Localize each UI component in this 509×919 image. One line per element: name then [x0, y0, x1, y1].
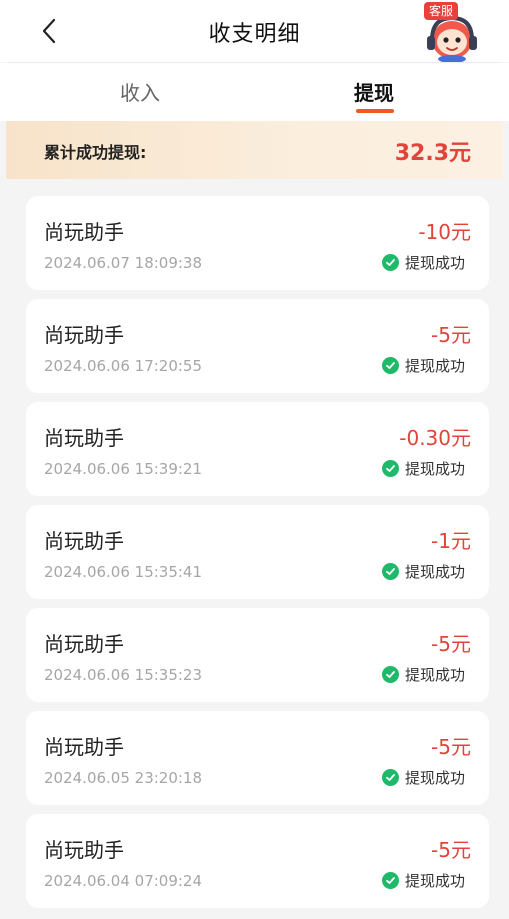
record-title: 尚玩助手	[44, 632, 124, 656]
record-amount: -5元	[431, 838, 471, 862]
record-title: 尚玩助手	[44, 323, 124, 347]
tab-income[interactable]: 收入	[120, 77, 160, 106]
record-amount: -5元	[431, 323, 471, 347]
record-time: 2024.06.06 15:35:23	[44, 666, 203, 684]
record-list: 尚玩助手 2024.06.07 18:09:38 -10元 提现成功 尚玩助手 …	[26, 196, 489, 917]
record-status-text: 提现成功	[404, 357, 465, 375]
record-status: 提现成功	[381, 355, 465, 376]
check-circle-icon	[381, 563, 399, 580]
list-item[interactable]: 尚玩助手 2024.06.07 18:09:38 -10元 提现成功	[26, 196, 489, 290]
record-status-text: 提现成功	[404, 769, 465, 787]
check-circle-icon	[381, 769, 399, 786]
record-title: 尚玩助手	[44, 220, 124, 244]
record-time: 2024.06.04 07:09:24	[44, 872, 203, 890]
list-item[interactable]: 尚玩助手 2024.06.06 17:20:55 -5元 提现成功	[26, 299, 489, 393]
record-title: 尚玩助手	[44, 426, 124, 450]
record-amount: -10元	[418, 220, 471, 244]
record-status-text: 提现成功	[404, 460, 465, 478]
check-circle-icon	[381, 357, 399, 374]
record-time: 2024.06.05 23:20:18	[44, 769, 203, 787]
record-status: 提现成功	[381, 870, 465, 891]
record-status-text: 提现成功	[404, 666, 465, 684]
record-status: 提现成功	[381, 458, 465, 479]
record-status-text: 提现成功	[404, 872, 465, 890]
record-time: 2024.06.06 15:35:41	[44, 563, 203, 581]
check-circle-icon	[381, 254, 399, 271]
record-status: 提现成功	[381, 664, 465, 685]
list-item[interactable]: 尚玩助手 2024.06.05 23:20:18 -5元 提现成功	[26, 711, 489, 805]
summary-label: 累计成功提现:	[44, 143, 147, 162]
tab-bar: 收入 提现	[0, 63, 509, 121]
customer-service-badge: 客服	[424, 2, 459, 20]
customer-service-button[interactable]: 客服	[420, 0, 480, 62]
list-item[interactable]: 尚玩助手 2024.06.06 15:39:21 -0.30元 提现成功	[26, 402, 489, 496]
record-status: 提现成功	[381, 561, 465, 582]
record-title: 尚玩助手	[44, 529, 124, 553]
summary-amount: 32.3元	[394, 141, 471, 166]
check-circle-icon	[381, 666, 399, 683]
check-circle-icon	[381, 872, 399, 889]
check-circle-icon	[381, 460, 399, 477]
record-amount: -1元	[431, 529, 471, 553]
record-status: 提现成功	[381, 252, 465, 273]
record-amount: -5元	[431, 735, 471, 759]
active-tab-indicator	[356, 109, 394, 113]
record-status: 提现成功	[381, 767, 465, 788]
record-title: 尚玩助手	[44, 838, 124, 862]
record-amount: -5元	[431, 632, 471, 656]
record-time: 2024.06.06 17:20:55	[44, 357, 203, 375]
record-time: 2024.06.06 15:39:21	[44, 460, 203, 478]
withdraw-summary: 累计成功提现: 32.3元	[6, 121, 503, 179]
record-amount: -0.30元	[399, 426, 471, 450]
list-item[interactable]: 尚玩助手 2024.06.06 15:35:23 -5元 提现成功	[26, 608, 489, 702]
list-item[interactable]: 尚玩助手 2024.06.04 07:09:24 -5元 提现成功	[26, 814, 489, 908]
tab-withdraw[interactable]: 提现	[354, 77, 394, 106]
record-title: 尚玩助手	[44, 735, 124, 759]
list-item[interactable]: 尚玩助手 2024.06.06 15:35:41 -1元 提现成功	[26, 505, 489, 599]
record-time: 2024.06.07 18:09:38	[44, 254, 203, 272]
record-status-text: 提现成功	[404, 563, 465, 581]
top-bar: 收支明细 客服	[0, 0, 509, 62]
record-status-text: 提现成功	[404, 254, 465, 272]
